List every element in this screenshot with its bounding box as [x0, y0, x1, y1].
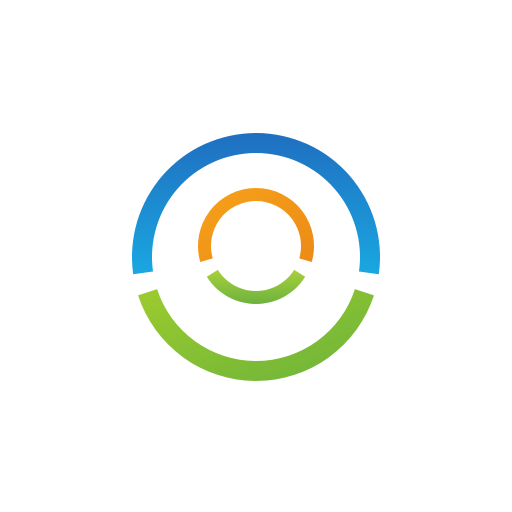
logo-canvas	[0, 0, 512, 512]
concentric-ring-logo-icon	[132, 132, 380, 381]
inner-green-arc	[206, 269, 306, 304]
outer-blue-arc	[132, 132, 380, 275]
inner-orange-arc	[198, 188, 314, 262]
